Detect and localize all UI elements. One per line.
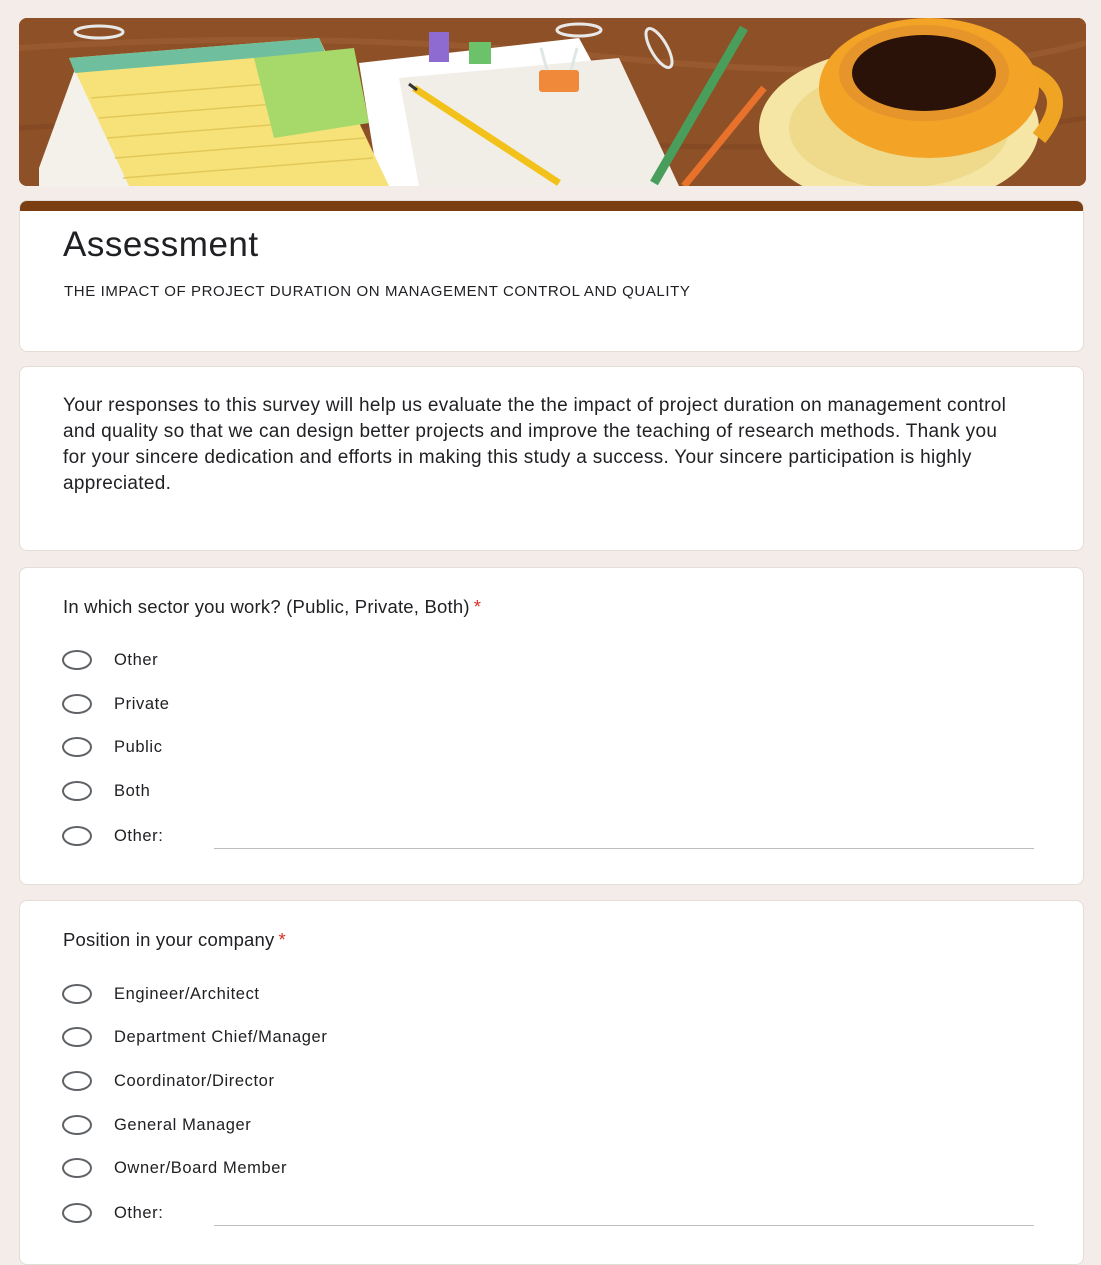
description-card: Your responses to this survey will help … [19,366,1084,551]
other-text-input[interactable] [214,847,1034,849]
radio-button[interactable] [62,826,92,846]
question-position: Position in your company * Engineer/Archi… [19,900,1084,1265]
radio-button[interactable] [62,1071,92,1091]
radio-button[interactable] [62,781,92,801]
radio-button[interactable] [62,1027,92,1047]
required-asterisk: * [473,596,482,617]
radio-button[interactable] [62,1158,92,1178]
other-text-input[interactable] [214,1224,1034,1226]
radio-option-public[interactable]: Public [62,734,163,760]
radio-option-engineer-architect[interactable]: Engineer/Architect [62,981,260,1007]
option-label: Owner/Board Member [114,1158,288,1177]
radio-button[interactable] [62,650,92,670]
option-label: Other: [114,1203,164,1222]
radio-option-private[interactable]: Private [62,691,170,717]
form-description: Your responses to this survey will help … [63,395,1007,494]
question-title: In which sector you work? (Public, Priva… [63,596,481,618]
required-asterisk: * [278,929,286,950]
radio-option-other[interactable]: Other [62,647,158,673]
radio-option-other-text[interactable]: Other: [62,1200,163,1226]
option-label: Engineer/Architect [114,984,260,1003]
question-title: Position in your company * [63,929,286,951]
form-subtitle: THE IMPACT OF PROJECT DURATION ON MANAGE… [64,283,691,300]
question-sector: In which sector you work? (Public, Priva… [19,567,1084,885]
radio-button[interactable] [62,1203,92,1223]
radio-option-department-chief[interactable]: Department Chief/Manager [62,1024,327,1050]
radio-button[interactable] [62,694,92,714]
radio-button[interactable] [62,984,92,1004]
question-text: Position in your company [63,929,275,950]
option-label: Public [114,737,163,756]
title-card: Assessment THE IMPACT OF PROJECT DURATIO… [19,200,1084,352]
option-label: General Manager [114,1115,252,1134]
radio-option-owner-board-member[interactable]: Owner/Board Member [62,1155,287,1181]
radio-option-coordinator-director[interactable]: Coordinator/Director [62,1068,275,1094]
desk-illustration [19,18,1086,186]
option-label: Department Chief/Manager [114,1027,328,1046]
radio-button[interactable] [62,737,92,757]
option-label: Private [114,694,170,713]
option-label: Other [114,650,159,669]
radio-option-both[interactable]: Both [62,778,150,804]
option-label: Other: [114,826,164,845]
form-title: Assessment [63,225,259,264]
question-text: In which sector you work? (Public, Priva… [63,596,470,617]
radio-option-other-text[interactable]: Other: [62,823,163,849]
option-label: Coordinator/Director [114,1071,275,1090]
option-label: Both [114,781,151,800]
header-banner-image [19,18,1086,186]
accent-bar [20,201,1083,211]
radio-button[interactable] [62,1115,92,1135]
radio-option-general-manager[interactable]: General Manager [62,1112,251,1138]
